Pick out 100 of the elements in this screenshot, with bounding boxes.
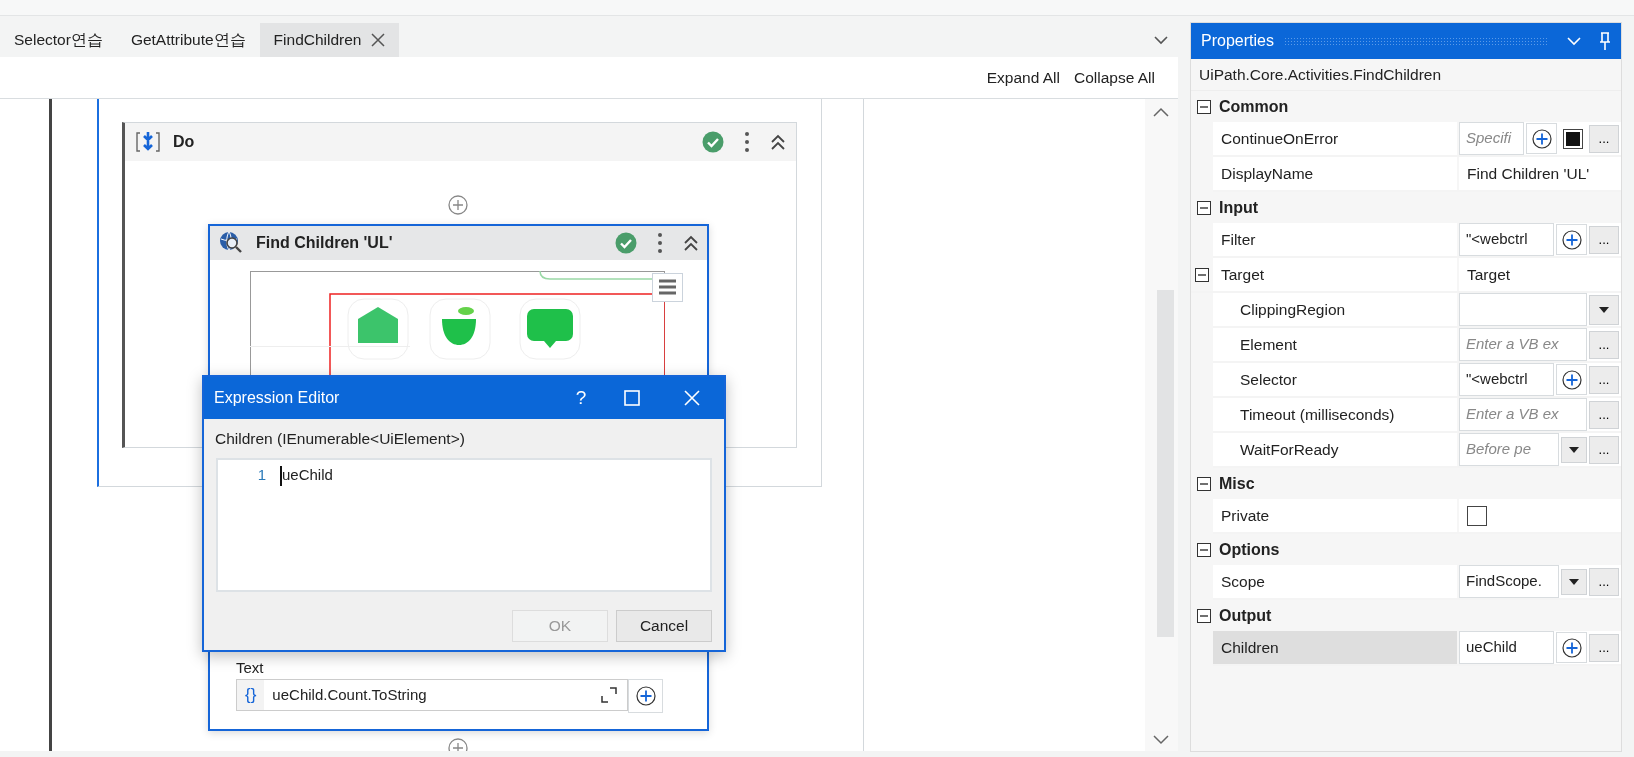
close-icon[interactable] — [371, 33, 386, 47]
scroll-up-icon[interactable] — [1153, 107, 1169, 117]
property-value: Target — [1466, 264, 1511, 285]
ellipsis-button[interactable]: ... — [1589, 124, 1619, 153]
property-field[interactable]: Specifi — [1459, 122, 1524, 155]
collapse-icon[interactable] — [1197, 476, 1211, 491]
pin-icon[interactable] — [1599, 32, 1611, 50]
property-row[interactable]: Private — [1213, 499, 1457, 532]
property-row[interactable]: ContinueOnError — [1213, 122, 1457, 155]
collapse-icon[interactable] — [1197, 200, 1211, 215]
ellipsis-button[interactable]: ... — [1589, 400, 1619, 429]
collapse-icon[interactable] — [1197, 608, 1211, 623]
collapse-icon[interactable] — [683, 234, 699, 252]
property-field[interactable]: FindScope. — [1459, 565, 1559, 598]
line-number: 1 — [256, 465, 266, 486]
property-field[interactable]: Enter a VB ex — [1459, 398, 1587, 431]
category-title: Input — [1219, 197, 1259, 218]
property-name: Element — [1240, 334, 1297, 355]
caret-icon — [1598, 304, 1610, 315]
code-line: ueChild — [282, 465, 333, 486]
plus-icon — [635, 686, 656, 706]
expression-field[interactable]: {} ueChild.Count.ToString — [236, 679, 628, 711]
dropdown-button[interactable] — [1561, 568, 1587, 595]
do-icon — [135, 130, 161, 154]
property-name: ClippingRegion — [1240, 299, 1346, 320]
caret-icon — [1568, 576, 1580, 587]
collapse-icon[interactable] — [770, 133, 786, 151]
checkbox[interactable] — [1563, 128, 1583, 149]
property-name: Target — [1221, 264, 1265, 285]
ellipsis-button[interactable]: ... — [1589, 435, 1619, 464]
property-row[interactable]: ClippingRegion — [1213, 293, 1457, 326]
caret-icon — [1568, 444, 1580, 455]
dropdown-button[interactable] — [1589, 294, 1619, 325]
more-icon[interactable] — [657, 232, 663, 254]
more-icon[interactable] — [744, 131, 750, 153]
tab[interactable]: Selector연습 — [0, 23, 117, 57]
activity-title: Find Children 'UL' — [256, 233, 393, 253]
activity-title: Do — [173, 132, 195, 152]
field-value: ueChild.Count.ToString — [272, 684, 428, 705]
add-button[interactable] — [1556, 364, 1587, 395]
property-field[interactable]: Enter a VB ex — [1459, 328, 1587, 361]
ellipsis-button[interactable]: ... — [1589, 330, 1619, 359]
property-field[interactable]: Before pe — [1459, 433, 1559, 466]
add-activity-icon[interactable] — [448, 195, 468, 215]
property-value: Find Children 'UL' — [1466, 163, 1590, 184]
property-field[interactable]: "<webctrl — [1459, 223, 1554, 256]
ellipsis-button[interactable]: ... — [1589, 567, 1619, 596]
dialog-button[interactable]: Cancel — [616, 610, 712, 642]
expand-icon[interactable] — [601, 687, 617, 703]
help-button[interactable]: ? — [566, 383, 596, 413]
add-button[interactable] — [628, 679, 663, 713]
property-row[interactable]: Target — [1213, 258, 1457, 291]
dropdown-button[interactable] — [1561, 436, 1587, 463]
category-title: Misc — [1219, 473, 1255, 494]
property-name: Children — [1221, 637, 1279, 658]
add-button[interactable] — [1556, 632, 1587, 663]
ellipsis-button[interactable]: ... — [1589, 225, 1619, 254]
category-title: Output — [1219, 605, 1272, 626]
property-name: Selector — [1240, 369, 1297, 390]
property-name: ContinueOnError — [1221, 128, 1339, 149]
property-name: WaitForReady — [1240, 439, 1339, 460]
property-name: Scope — [1221, 571, 1265, 592]
property-row[interactable]: DisplayName — [1213, 157, 1457, 190]
toolbar-link[interactable]: Expand All — [979, 65, 1067, 90]
category-title: Options — [1219, 539, 1280, 560]
maximize-icon[interactable] — [624, 390, 640, 406]
plus-icon — [1561, 229, 1582, 250]
tab[interactable]: FindChildren — [259, 23, 400, 57]
property-name: DisplayName — [1221, 163, 1314, 184]
collapse-icon[interactable] — [1197, 99, 1211, 114]
panel-title: Properties — [1201, 31, 1274, 51]
property-row[interactable]: WaitForReady — [1213, 433, 1457, 466]
ellipsis-button[interactable]: ... — [1589, 365, 1619, 394]
chevron-down-icon[interactable] — [1154, 35, 1168, 45]
tab[interactable]: GetAttribute연습 — [116, 23, 260, 57]
property-field[interactable]: ueChild — [1459, 631, 1554, 664]
category-title: Common — [1219, 96, 1289, 117]
add-button[interactable] — [1526, 123, 1557, 154]
add-button[interactable] — [1556, 224, 1587, 255]
property-row[interactable]: Filter — [1213, 223, 1457, 256]
menu-icon[interactable] — [652, 273, 683, 302]
property-row[interactable]: Children — [1213, 631, 1457, 664]
property-row[interactable]: Selector — [1213, 363, 1457, 396]
scroll-down-icon[interactable] — [1153, 735, 1169, 745]
property-row[interactable]: Element — [1213, 328, 1457, 361]
toolbar-link[interactable]: Collapse All — [1067, 65, 1162, 90]
collapse-icon[interactable] — [1195, 267, 1209, 282]
checkbox[interactable] — [1467, 505, 1487, 526]
property-name: Filter — [1221, 229, 1256, 250]
code-editor[interactable]: 1 ueChild — [216, 458, 712, 593]
property-field[interactable] — [1459, 293, 1587, 326]
ellipsis-button[interactable]: ... — [1589, 633, 1619, 662]
property-row[interactable]: Timeout (milliseconds) — [1213, 398, 1457, 431]
type-name: UiPath.Core.Activities.FindChildren — [1191, 59, 1621, 91]
property-name: Private — [1221, 505, 1270, 526]
dialog-title: Expression Editor — [214, 388, 341, 408]
plus-icon — [1561, 369, 1582, 390]
collapse-icon[interactable] — [1197, 542, 1211, 557]
property-row[interactable]: Scope — [1213, 565, 1457, 598]
property-field[interactable]: "<webctrl — [1459, 363, 1554, 396]
